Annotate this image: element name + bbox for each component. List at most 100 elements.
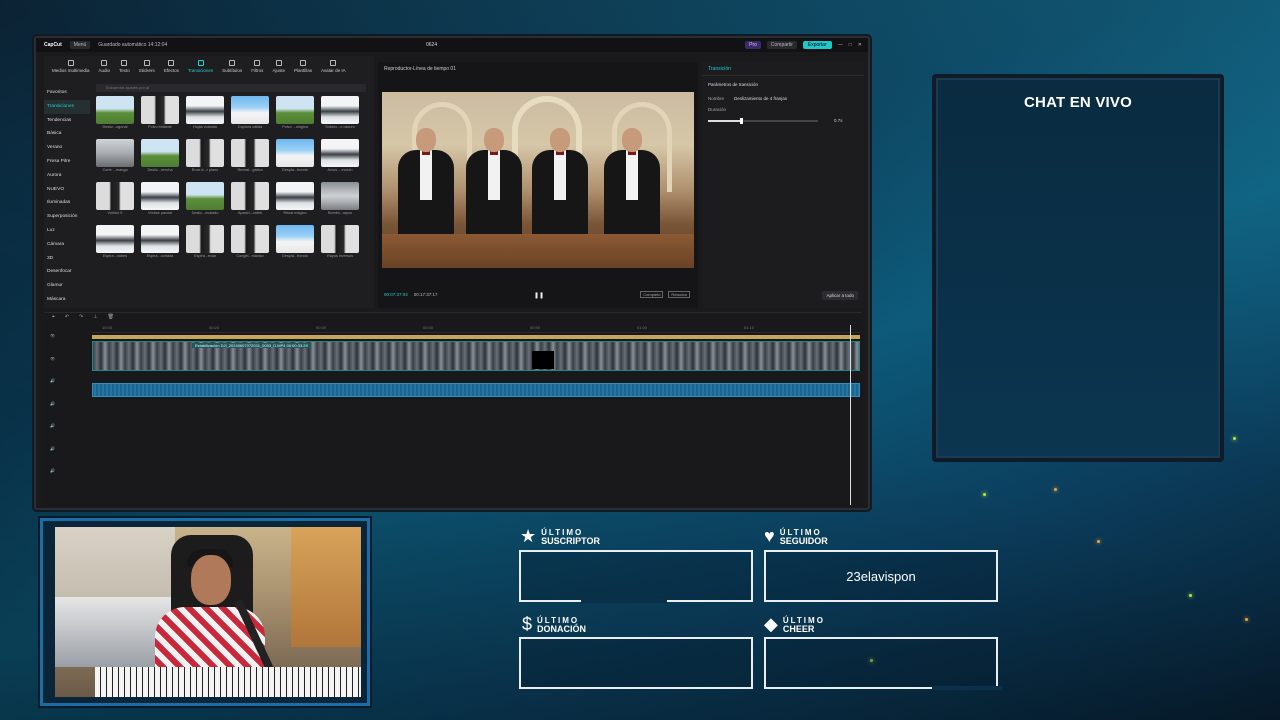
spark-dot xyxy=(983,493,986,496)
dollar-icon: $ xyxy=(522,614,533,634)
pause-icon[interactable]: ❚❚ xyxy=(534,292,544,299)
ruler-tick: 10:00 xyxy=(102,325,113,330)
maximize-icon[interactable]: □ xyxy=(849,42,852,48)
media-tab[interactable]: Filtros xyxy=(251,60,263,74)
main-track-bar[interactable] xyxy=(92,335,860,339)
transition-thumbnail xyxy=(186,139,224,167)
project-title: 0624 xyxy=(426,42,438,48)
transition-tile[interactable]: Hojas volando xyxy=(186,96,224,132)
category-item[interactable]: Superposición xyxy=(44,210,90,224)
transition-tile[interactable]: Vórtice parcial xyxy=(141,182,179,218)
category-item[interactable]: NUEVO xyxy=(44,183,90,197)
share-button[interactable]: Compartir xyxy=(766,41,797,49)
search-input[interactable]: Encuentra ajustes por ai xyxy=(96,84,366,92)
transition-tile[interactable]: Arcos ...ección xyxy=(321,139,359,175)
minimize-icon[interactable]: — xyxy=(838,42,843,48)
transition-tile[interactable]: Vórtice II xyxy=(96,182,134,218)
transition-tile[interactable]: Rayos inversos xyxy=(321,225,359,261)
transition-label: Bombil...rayos xyxy=(327,211,353,215)
category-item[interactable]: Cámara xyxy=(44,238,90,252)
menu-button[interactable]: Menú xyxy=(69,41,91,49)
category-item[interactable]: Desenfocar xyxy=(44,265,90,279)
delete-icon[interactable]: 🗑 xyxy=(108,314,114,322)
transition-tile[interactable]: Ritual mágico xyxy=(276,182,314,218)
media-tab[interactable]: Plantillas xyxy=(294,60,312,74)
transition-tile[interactable]: Polvo brillante xyxy=(141,96,179,132)
media-tab-label: Texto xyxy=(119,68,130,73)
last-donation-box xyxy=(519,637,753,689)
transition-tile[interactable]: Aparici...onfeti xyxy=(231,182,269,218)
tab-icon xyxy=(254,60,261,66)
transition-tile[interactable]: Desliz...ovalado xyxy=(186,182,224,218)
category-item[interactable]: Máscara xyxy=(44,293,90,307)
transition-gap[interactable] xyxy=(532,351,554,369)
transition-tile[interactable]: Polvo ...ológica xyxy=(276,96,314,132)
transition-tile[interactable]: Captura cálida xyxy=(231,96,269,132)
tab-icon xyxy=(101,60,108,66)
export-button[interactable]: Exportar xyxy=(802,41,832,49)
groomsman xyxy=(398,128,454,246)
media-tab[interactable]: Subtítulos xyxy=(222,60,242,74)
category-item[interactable]: Luz xyxy=(44,224,90,238)
transition-tile[interactable]: Bombil...rayos xyxy=(321,182,359,218)
close-icon[interactable]: ✕ xyxy=(858,42,862,48)
audio-clip[interactable] xyxy=(92,383,860,397)
transition-label: Congel...máxico xyxy=(236,254,264,258)
transition-label: Despla...frondo xyxy=(282,168,308,172)
church-pew xyxy=(382,234,694,268)
duration-value[interactable]: 0.7s xyxy=(834,118,843,123)
transition-tile[interactable]: Deslic...erecha xyxy=(141,139,179,175)
timeline-toolbar: ⌖ ↶ ↷ ⊥ 🗑 xyxy=(44,313,862,323)
category-item[interactable]: Fresa Pitre xyxy=(44,155,90,169)
media-tab[interactable]: Stickers xyxy=(139,60,155,74)
pro-button[interactable]: Pro xyxy=(745,41,761,49)
media-tab[interactable]: Efectos xyxy=(164,60,179,74)
media-tab[interactable]: Transiciones xyxy=(188,60,213,74)
category-item[interactable]: Verano xyxy=(44,141,90,155)
fullscreen-mode-button[interactable]: Completo xyxy=(640,291,664,298)
media-tab[interactable]: Audio xyxy=(99,60,110,74)
split-icon[interactable]: ⊥ xyxy=(93,314,97,322)
media-tab[interactable]: Medios multimedia xyxy=(52,60,90,74)
select-tool-icon[interactable]: ⌖ xyxy=(52,314,55,322)
category-item[interactable]: 3D xyxy=(44,252,90,266)
transition-tile[interactable]: Espira...cortada xyxy=(141,225,179,261)
transition-label: Despla...frondo xyxy=(282,254,308,258)
media-tab[interactable]: Texto xyxy=(119,60,130,74)
transition-tile[interactable]: Desliz...ogonal xyxy=(96,96,134,132)
apply-all-button[interactable]: Aplicar a todo xyxy=(822,291,858,300)
duration-slider[interactable]: 0.7s xyxy=(708,118,858,124)
transition-thumbnail xyxy=(186,225,224,253)
redo-icon[interactable]: ↷ xyxy=(79,314,83,322)
aspect-ratio-button[interactable]: Relación xyxy=(668,291,690,298)
transition-tile[interactable]: Espira...ecial xyxy=(186,225,224,261)
category-item[interactable]: Tendencias xyxy=(44,114,90,128)
transition-tile[interactable]: Reveal...gática xyxy=(231,139,269,175)
tab-icon xyxy=(121,60,128,66)
category-item[interactable]: Transiciones xyxy=(44,99,90,114)
media-tab[interactable]: Avatar de IA xyxy=(321,60,346,74)
slider-knob[interactable] xyxy=(740,118,743,124)
tab-icon xyxy=(197,60,204,66)
sub-header: ★ ÚLTIMO SUSCRIPTOR xyxy=(520,526,600,546)
transition-tile[interactable]: Congel...máxico xyxy=(231,225,269,261)
transition-tile[interactable]: Despla...frondo xyxy=(276,139,314,175)
category-item[interactable]: Favoritos xyxy=(44,86,90,100)
playhead[interactable] xyxy=(850,325,851,505)
transition-tile[interactable]: Espira...nubes xyxy=(96,225,134,261)
transition-tile[interactable]: Despla...frondo xyxy=(276,225,314,261)
duration-label: Duración xyxy=(708,107,727,112)
transition-tile[interactable]: Sobrec...o oscuro xyxy=(321,96,359,132)
transition-tile[interactable]: Corte ...manga xyxy=(96,139,134,175)
category-item[interactable]: Básica xyxy=(44,127,90,141)
undo-icon[interactable]: ↶ xyxy=(65,314,69,322)
webcam-frame xyxy=(40,518,370,706)
transition-tile[interactable]: Error d...r plano xyxy=(186,139,224,175)
video-frame[interactable] xyxy=(382,92,694,268)
category-item[interactable]: Iluminadas xyxy=(44,196,90,210)
media-tab[interactable]: Ajuste xyxy=(272,60,285,74)
category-item[interactable]: Aurora xyxy=(44,169,90,183)
timeline-ruler[interactable]: 10:00 00:20 00:30 00:40 00:50 01:00 01:10 xyxy=(92,325,860,333)
transition-label: Ritual mágico xyxy=(283,211,307,215)
category-item[interactable]: Glamur xyxy=(44,279,90,293)
